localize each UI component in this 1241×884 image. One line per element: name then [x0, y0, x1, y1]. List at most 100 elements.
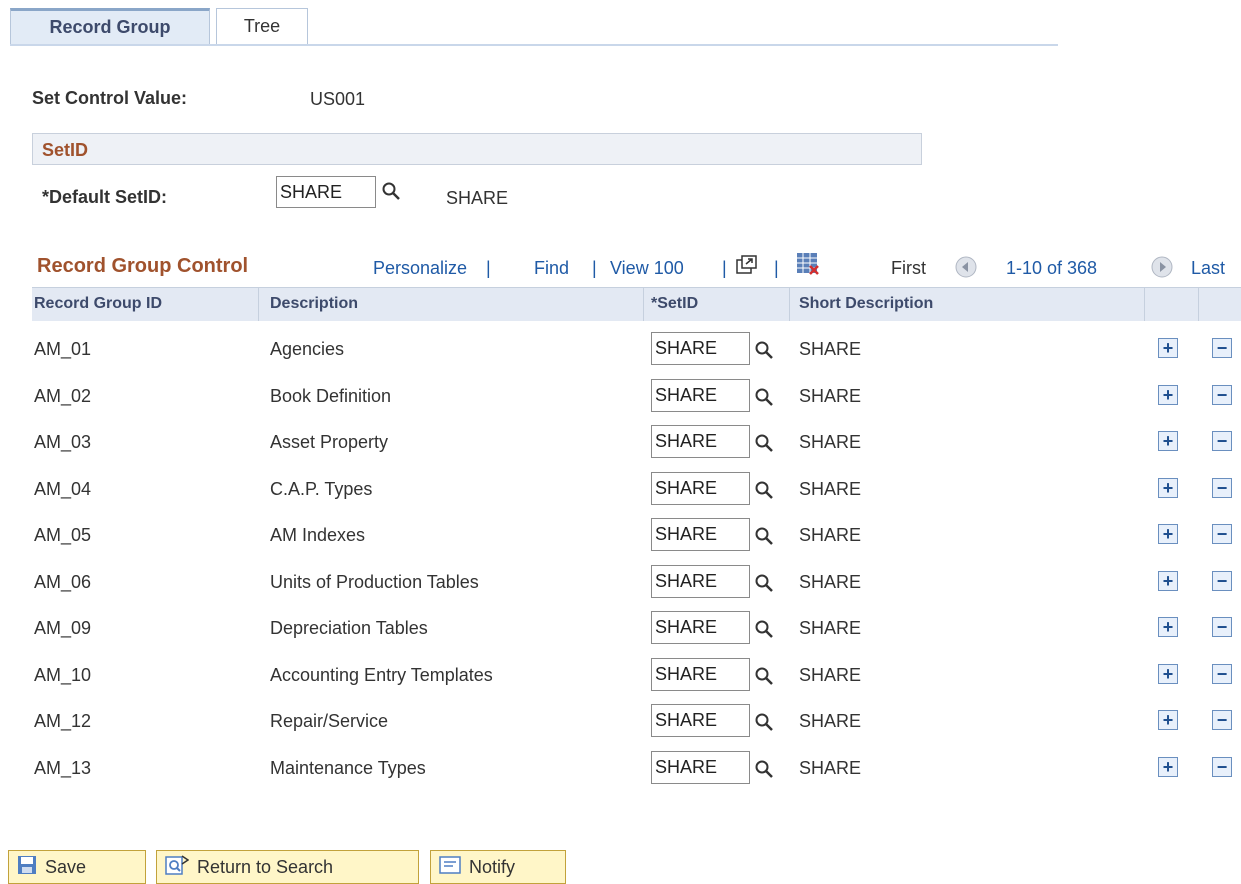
table-row: AM_12 Repair/Service SHARE SHARE + −	[32, 698, 1241, 744]
setid-input[interactable]: SHARE	[651, 332, 750, 365]
find-link[interactable]: Find	[534, 258, 569, 279]
tab-record-group[interactable]: Record Group	[10, 8, 210, 44]
short-description-cell: SHARE	[799, 757, 862, 778]
setid-input[interactable]: SHARE	[651, 471, 750, 505]
add-row-icon[interactable]: +	[1158, 338, 1178, 358]
short-description-cell: SHARE	[799, 711, 862, 731]
setid-input[interactable]: SHARE	[651, 564, 750, 598]
lookup-icon[interactable]	[754, 480, 774, 505]
column-divider	[1144, 288, 1145, 321]
add-row-icon[interactable]: +	[1158, 384, 1178, 405]
setid-input[interactable]: SHARE	[651, 657, 750, 691]
column-header-record-group-id[interactable]: Record Group ID	[34, 295, 162, 313]
return-to-search-label: Return to Search	[197, 856, 334, 877]
column-header-setid[interactable]: *SetID	[651, 295, 698, 313]
return-to-search-icon	[165, 854, 190, 881]
column-divider	[258, 288, 259, 321]
delete-row-icon[interactable]: −	[1212, 663, 1232, 684]
table-row: AM_03 Asset Property SHARE SHARE + −	[32, 419, 1241, 465]
table-row: AM_10 Accounting Entry Templates SHARE SHAR…	[32, 652, 1241, 698]
record-group-id-cell: AM_04	[34, 478, 92, 499]
default-setid-label: *Default SetID:	[42, 187, 168, 207]
short-description-cell: SHARE	[799, 618, 862, 638]
short-description-cell: SHARE	[799, 432, 862, 452]
short-description-cell: SHARE	[799, 385, 862, 406]
delete-row-icon[interactable]: −	[1212, 524, 1232, 544]
delete-row-icon[interactable]: −	[1212, 384, 1232, 405]
setid-input[interactable]: SHARE	[651, 518, 750, 551]
separator: |	[774, 258, 779, 278]
save-button[interactable]: Save	[8, 850, 146, 884]
setid-section-header: SetID	[32, 133, 922, 165]
add-row-icon[interactable]: +	[1158, 756, 1178, 777]
add-row-icon[interactable]: +	[1158, 477, 1178, 498]
lookup-icon[interactable]	[754, 387, 774, 412]
setid-input[interactable]: SHARE	[651, 425, 750, 458]
add-row-icon[interactable]: +	[1158, 570, 1178, 591]
default-setid-input[interactable]: SHARE	[276, 176, 376, 208]
lookup-icon[interactable]	[754, 340, 774, 365]
setid-input[interactable]: SHARE	[651, 378, 750, 412]
record-group-id-cell: AM_09	[34, 618, 92, 638]
return-to-search-button[interactable]: Return to Search	[156, 850, 419, 884]
tab-tree[interactable]: Tree	[216, 8, 308, 44]
short-description-cell: SHARE	[799, 478, 862, 499]
delete-row-icon[interactable]: −	[1212, 617, 1232, 637]
record-group-id-cell: AM_05	[34, 525, 92, 545]
set-control-label: Set Control Value:	[32, 88, 188, 108]
row-range: 1-10 of 368	[1006, 258, 1098, 278]
add-row-icon[interactable]: +	[1158, 524, 1178, 544]
setid-input[interactable]: SHARE	[651, 704, 750, 737]
lookup-icon[interactable]	[754, 526, 774, 551]
lookup-icon[interactable]	[754, 433, 774, 458]
lookup-icon[interactable]	[754, 573, 774, 598]
description-cell: Agencies	[270, 339, 345, 359]
grid-header-row: Record Group ID Description *SetID Short…	[32, 287, 1241, 321]
description-cell: Maintenance Types	[270, 757, 426, 778]
prev-arrow-icon[interactable]	[955, 256, 977, 283]
description-cell: AM Indexes	[270, 525, 366, 545]
description-cell: Depreciation Tables	[270, 618, 428, 638]
delete-row-icon[interactable]: −	[1212, 431, 1232, 451]
zoom-icon[interactable]	[736, 255, 758, 280]
lookup-icon[interactable]	[754, 712, 774, 737]
delete-row-icon[interactable]: −	[1212, 477, 1232, 498]
delete-row-icon[interactable]: −	[1212, 710, 1232, 730]
lookup-icon[interactable]	[754, 619, 774, 644]
column-header-short-description[interactable]: Short Description	[799, 295, 933, 313]
add-row-icon[interactable]: +	[1158, 617, 1178, 637]
view-all-link[interactable]: View 100	[610, 258, 684, 279]
short-description-cell: SHARE	[799, 571, 862, 592]
table-row: AM_04 C.A.P. Types SHARE SHARE + −	[32, 466, 1241, 512]
delete-row-icon[interactable]: −	[1212, 756, 1232, 777]
lookup-icon[interactable]	[754, 666, 774, 691]
column-divider	[1198, 288, 1199, 321]
add-row-icon[interactable]: +	[1158, 431, 1178, 451]
column-header-description[interactable]: Description	[270, 295, 358, 313]
notify-icon	[439, 855, 461, 880]
description-cell: Accounting Entry Templates	[270, 664, 493, 685]
notify-label: Notify	[469, 856, 516, 877]
last-link[interactable]: Last	[1191, 258, 1225, 279]
separator: |	[486, 258, 491, 278]
lookup-icon[interactable]	[754, 759, 774, 784]
add-row-icon[interactable]: +	[1158, 710, 1178, 730]
setid-input[interactable]: SHARE	[651, 611, 750, 644]
record-group-id-cell: AM_03	[34, 432, 92, 452]
first-link[interactable]: First	[891, 258, 926, 279]
download-icon[interactable]	[796, 252, 820, 281]
notify-button[interactable]: Notify	[430, 850, 566, 884]
table-row: AM_13 Maintenance Types SHARE SHARE + −	[32, 745, 1241, 791]
delete-row-icon[interactable]: −	[1212, 338, 1232, 358]
separator: |	[592, 258, 597, 278]
setid-input[interactable]: SHARE	[651, 750, 750, 784]
delete-row-icon[interactable]: −	[1212, 570, 1232, 591]
lookup-icon[interactable]	[381, 181, 401, 206]
add-row-icon[interactable]: +	[1158, 663, 1178, 684]
short-description-cell: SHARE	[799, 525, 862, 545]
personalize-link[interactable]: Personalize	[373, 258, 467, 279]
tab-bar: Record Group Tree	[10, 6, 1058, 46]
next-arrow-icon[interactable]	[1151, 256, 1173, 283]
description-cell: C.A.P. Types	[270, 478, 373, 499]
description-cell: Repair/Service	[270, 711, 389, 731]
